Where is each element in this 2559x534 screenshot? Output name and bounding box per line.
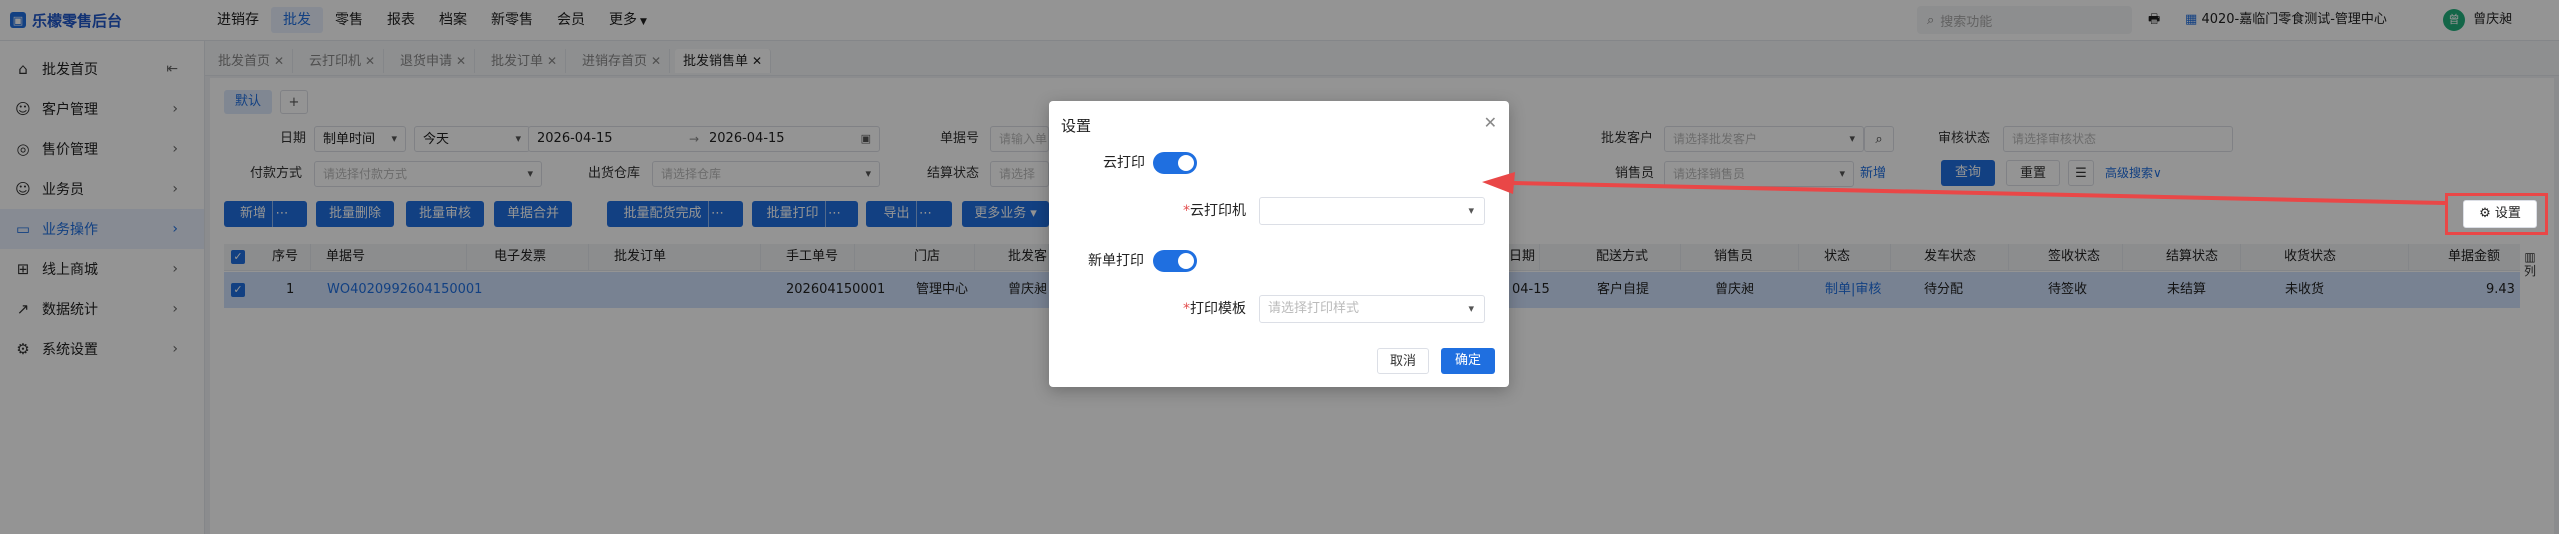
- annotation-arrow: [1482, 172, 2446, 205]
- annotation-arrow-head: [1482, 172, 1515, 194]
- annotation-arrow-shaft: [1511, 181, 2446, 205]
